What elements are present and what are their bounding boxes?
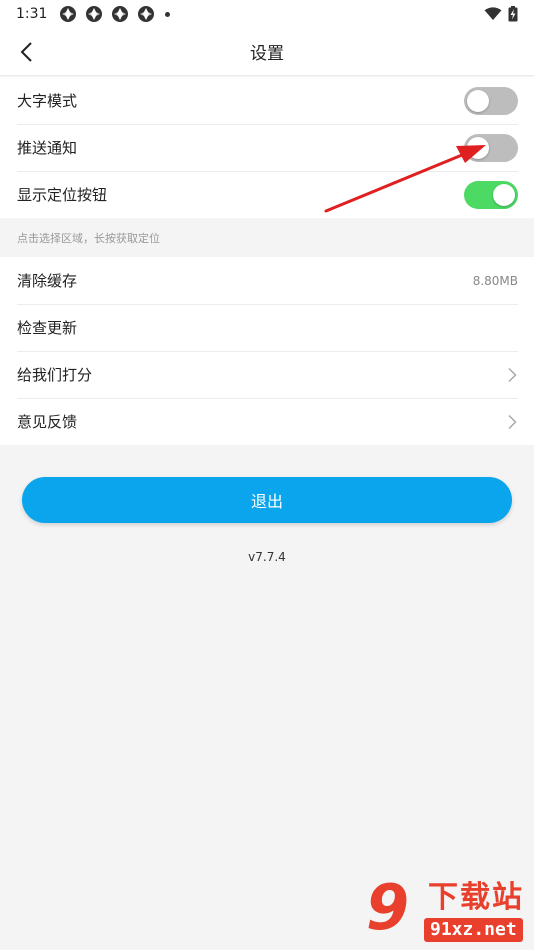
chevron-right-icon	[508, 414, 517, 429]
app-notification-icon	[138, 6, 155, 22]
chevron-right-icon	[508, 367, 517, 382]
notification-icons	[59, 5, 171, 23]
app-notification-icon	[112, 6, 129, 22]
action-settings-group: 清除缓存 8.80MB 检查更新 给我们打分 意见反馈	[0, 257, 534, 445]
version-text: v7.7.4	[248, 550, 286, 564]
setting-label: 推送通知	[17, 139, 78, 157]
back-button[interactable]	[12, 38, 40, 66]
push-notification-toggle[interactable]	[464, 133, 518, 162]
clear-cache-label: 清除缓存	[17, 272, 78, 290]
watermark-title: 下载站	[428, 880, 524, 915]
toggle-knob	[467, 136, 489, 159]
watermark-mark: 9	[366, 871, 410, 944]
watermark-logo: 9 下载站 91xz.net	[366, 866, 534, 950]
large-font-toggle[interactable]	[464, 86, 518, 115]
setting-row-large-font: 大字模式	[0, 77, 534, 124]
setting-row-show-location-button: 显示定位按钮	[0, 171, 534, 218]
app-notification-icon	[60, 6, 77, 22]
check-update-row[interactable]: 检查更新	[0, 304, 534, 351]
system-icons	[484, 6, 518, 22]
status-bar: 1:31	[0, 0, 534, 28]
rate-us-label: 给我们打分	[17, 366, 93, 384]
clear-cache-row[interactable]: 清除缓存 8.80MB	[0, 257, 534, 304]
cache-size-value: 8.80MB	[472, 273, 518, 288]
setting-label: 大字模式	[17, 92, 78, 110]
toggle-knob	[467, 89, 489, 112]
show-location-button-toggle[interactable]	[464, 180, 518, 209]
setting-label: 显示定位按钮	[17, 186, 108, 204]
logout-button[interactable]: 退出	[22, 477, 512, 523]
header-bar: 设置	[0, 28, 534, 76]
status-time: 1:31	[16, 6, 48, 22]
setting-row-push-notification: 推送通知	[0, 124, 534, 171]
toggle-knob	[493, 183, 515, 206]
check-update-label: 检查更新	[17, 319, 78, 337]
wifi-icon	[484, 7, 502, 20]
rate-us-row[interactable]: 给我们打分	[0, 351, 534, 398]
app-notification-icon	[86, 6, 103, 22]
settings-screen: 1:31 设置 大字模式 推送通知 显示定位按钮 点击选择区域，长按获取定位 清…	[0, 0, 534, 950]
battery-charging-icon	[508, 6, 518, 22]
page-title: 设置	[250, 44, 284, 64]
feedback-row[interactable]: 意见反馈	[0, 398, 534, 445]
toggle-settings-group: 大字模式 推送通知 显示定位按钮	[0, 77, 534, 218]
more-notifications-dot	[165, 11, 171, 17]
chevron-left-icon	[20, 42, 32, 62]
feedback-label: 意见反馈	[17, 413, 78, 431]
location-hint-text: 点击选择区域，长按获取定位	[0, 218, 534, 257]
watermark-site: 91xz.net	[424, 918, 523, 942]
